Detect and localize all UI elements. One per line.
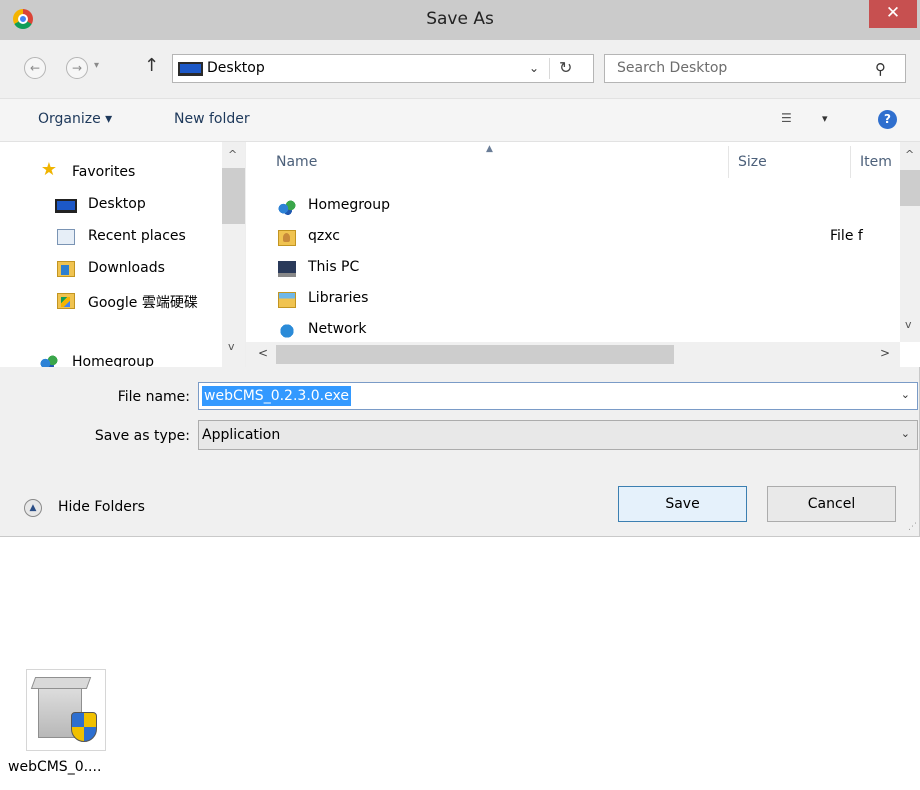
organize-menu-button[interactable]: Organize ▾ [38, 111, 112, 127]
hide-folders-label: Hide Folders [58, 499, 145, 515]
file-name-field[interactable]: webCMS_0.2.3.0.exe ⌄ [198, 382, 918, 410]
collapse-icon: ▲ [24, 499, 42, 517]
nav-item-label: Favorites [72, 164, 136, 180]
view-options-icon[interactable]: ☰ [781, 111, 792, 125]
nav-item-label: Desktop [88, 196, 146, 212]
navigation-pane: ★ Favorites Desktop Recent places Downlo… [0, 142, 245, 367]
forward-button[interactable]: → [66, 57, 88, 79]
column-header-type[interactable]: Item [860, 154, 892, 170]
search-input[interactable]: Search Desktop ⚲ [604, 54, 906, 83]
file-name: qzxc [308, 228, 340, 244]
desktop-file-item[interactable] [26, 669, 106, 751]
scroll-right-arrow[interactable]: > [880, 346, 890, 360]
save-button[interactable]: Save [618, 486, 747, 522]
google-drive-folder-icon [57, 293, 75, 309]
search-icon[interactable]: ⚲ [875, 60, 886, 78]
save-as-dialog: Save As ✕ ← → ▾ ↑ Desktop ⌄ ↻ Search Des… [0, 0, 920, 537]
cancel-button[interactable]: Cancel [767, 486, 896, 522]
save-as-type-value: Application [202, 427, 281, 443]
scroll-up-arrow[interactable]: ^ [905, 148, 914, 161]
nav-pane-scrollbar[interactable]: ^ v [222, 142, 245, 367]
libraries-icon [278, 292, 296, 308]
search-placeholder: Search Desktop [617, 60, 728, 76]
scroll-left-arrow[interactable]: < [258, 346, 268, 360]
navigation-bar: ← → ▾ ↑ Desktop ⌄ ↻ Search Desktop ⚲ [0, 40, 920, 98]
scroll-up-arrow[interactable]: ^ [228, 148, 237, 161]
column-divider[interactable] [728, 146, 729, 178]
downloads-folder-icon [57, 261, 75, 277]
this-pc-icon [278, 261, 296, 277]
scrollbar-thumb[interactable] [222, 168, 245, 224]
save-as-type-select[interactable]: Application ⌄ [198, 420, 918, 450]
star-icon: ★ [40, 159, 58, 180]
nav-item-label: Google 雲端硬碟 [88, 295, 198, 311]
recent-locations-dropdown[interactable]: ▾ [94, 60, 99, 71]
file-list-horizontal-scrollbar[interactable]: < > [246, 342, 900, 367]
address-dropdown-button[interactable]: ⌄ [529, 61, 539, 75]
window-title: Save As [426, 9, 494, 29]
nav-item-label: Downloads [88, 260, 165, 276]
desktop-icon [178, 62, 203, 76]
file-name: Libraries [308, 290, 369, 306]
sort-ascending-icon: ▲ [486, 144, 493, 154]
column-header-name[interactable]: Name [276, 154, 317, 170]
close-button[interactable]: ✕ [869, 0, 917, 28]
file-list-vertical-scrollbar[interactable]: ^ v [900, 142, 920, 342]
recent-places-icon [57, 229, 75, 245]
file-type: File f [830, 228, 863, 244]
file-name-value: webCMS_0.2.3.0.exe [202, 386, 351, 406]
refresh-button[interactable]: ↻ [559, 58, 572, 77]
nav-item-label: Recent places [88, 228, 186, 244]
network-icon [278, 323, 296, 339]
help-icon[interactable]: ? [878, 110, 897, 129]
file-name: This PC [308, 259, 360, 275]
column-divider[interactable] [850, 146, 851, 178]
file-name-label: File name: [117, 389, 190, 405]
column-header-size[interactable]: Size [738, 154, 767, 170]
scroll-down-arrow[interactable]: v [228, 340, 235, 353]
file-name-dropdown-button[interactable]: ⌄ [901, 388, 910, 401]
view-dropdown-button[interactable]: ▾ [822, 112, 828, 125]
desktop-file-label[interactable]: webCMS_0.... [8, 759, 101, 775]
address-text: Desktop [207, 60, 265, 76]
address-divider [549, 58, 550, 79]
nav-item-label: Homegroup [72, 354, 155, 367]
title-bar: Save As ✕ [0, 0, 920, 40]
file-list: ▲ Name Size Item Homegroup qzxc File f T… [245, 142, 920, 367]
resize-grip[interactable]: ⋰ [908, 522, 917, 532]
address-bar[interactable]: Desktop ⌄ ↻ [172, 54, 594, 83]
file-name: Homegroup [308, 197, 391, 213]
uac-shield-icon [71, 712, 97, 742]
desktop-icon [55, 199, 77, 213]
save-as-type-label: Save as type: [94, 428, 190, 444]
scroll-down-arrow[interactable]: v [905, 318, 912, 331]
command-toolbar: Organize ▾ New folder ☰ ▾ ? [0, 98, 920, 142]
back-button[interactable]: ← [24, 57, 46, 79]
new-folder-button[interactable]: New folder [174, 111, 250, 127]
homegroup-icon [278, 199, 296, 215]
homegroup-icon [40, 354, 58, 367]
scrollbar-thumb[interactable] [900, 170, 920, 206]
user-folder-icon [278, 230, 296, 246]
up-button[interactable]: ↑ [144, 55, 159, 76]
scrollbar-thumb[interactable] [276, 345, 674, 364]
file-name: Network [308, 321, 367, 337]
save-as-type-dropdown-button[interactable]: ⌄ [901, 427, 910, 440]
